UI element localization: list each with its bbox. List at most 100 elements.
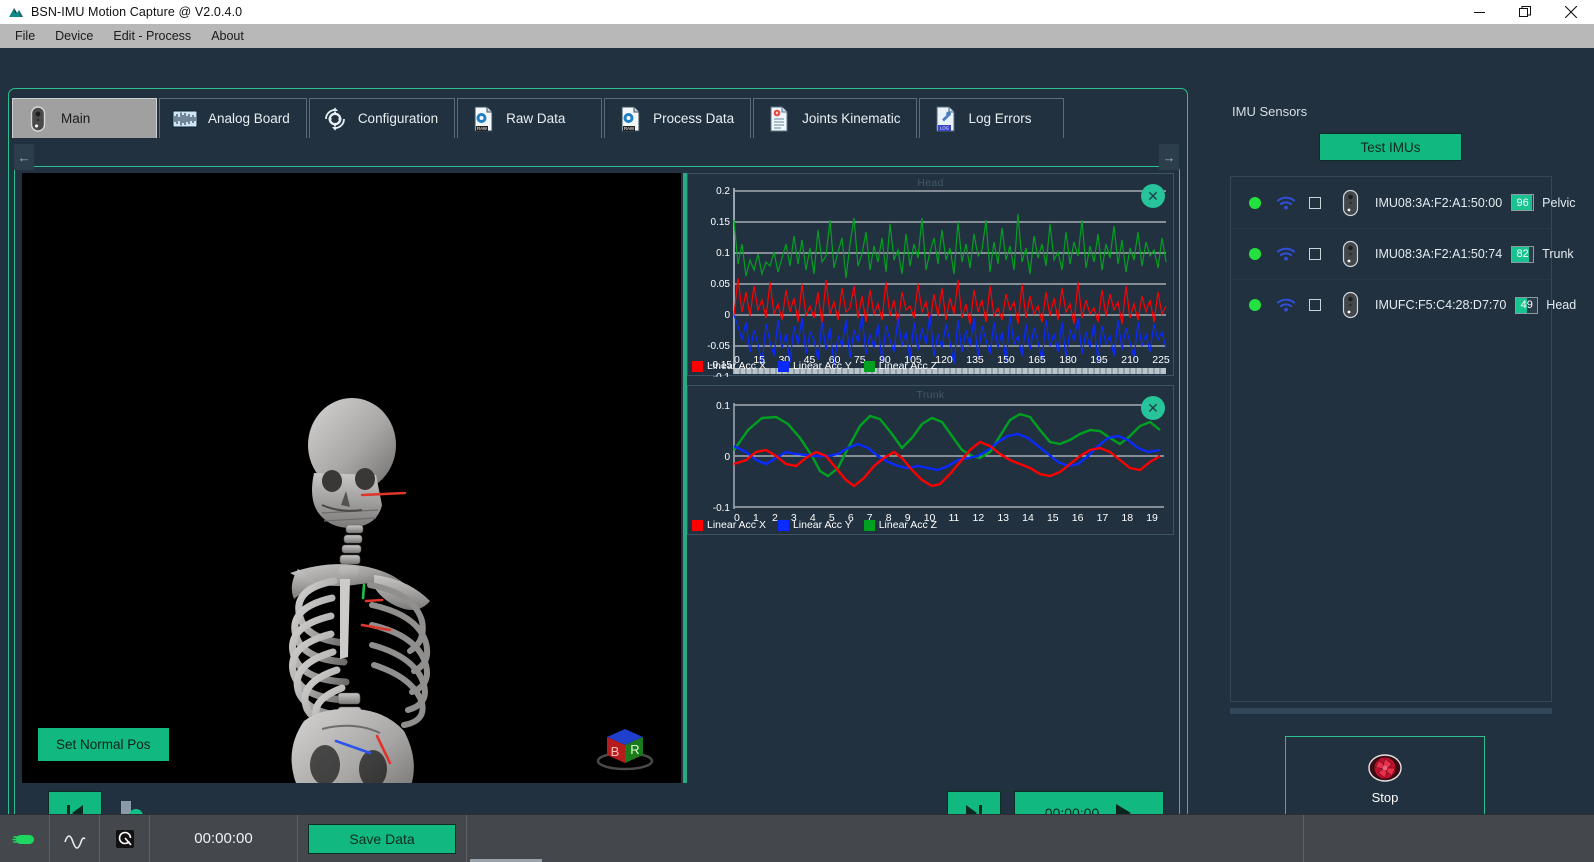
set-normal-pos-button[interactable]: Set Normal Pos	[38, 728, 169, 761]
xtick: 15	[1046, 512, 1059, 524]
legend-label-x: Linear Acc X	[707, 519, 766, 531]
legend-label-y: Linear Acc Y	[792, 360, 852, 372]
svg-text:RAW: RAW	[624, 126, 635, 131]
chart-trunk: Trunk ✕ 0.1 0 -0.1 0 1 2 3 4 5 6 7 8 9 1…	[687, 385, 1174, 535]
imu-device-icon	[1342, 189, 1359, 216]
chart-head: Head ✕ 0.2 0.15 0.1 0.05 0 -0.05 -0.15 0…	[687, 173, 1174, 383]
tab-raw-data[interactable]: RAW Raw Data	[457, 98, 603, 138]
restore-icon[interactable]	[1502, 0, 1548, 24]
mountain-logo-icon	[9, 8, 23, 17]
svg-text:0.1: 0.1	[716, 248, 730, 259]
menu-item-device[interactable]: Device	[46, 27, 102, 46]
xtick: 18	[1121, 512, 1134, 524]
legend-label-z: Linear Acc Z	[878, 360, 938, 372]
status-time: 00:00:00	[150, 815, 298, 862]
tab-label: Analog Board	[208, 111, 290, 126]
xtick: 135	[966, 354, 984, 366]
legend-label-y: Linear Acc Y	[792, 519, 852, 531]
imu-select-checkbox[interactable]	[1309, 196, 1321, 209]
imu-select-checkbox[interactable]	[1309, 248, 1321, 260]
status-spacer	[467, 815, 1304, 862]
legend-swatch-y	[777, 360, 789, 372]
svg-text:-0.1: -0.1	[713, 372, 731, 377]
save-data-button[interactable]: Save Data	[308, 823, 456, 854]
waveform-icon	[172, 110, 198, 127]
chart-title: Head	[917, 177, 944, 189]
close-icon[interactable]: ✕	[1141, 396, 1165, 420]
battery-level: 82	[1516, 248, 1529, 260]
status-indicator-icon	[1249, 248, 1261, 260]
battery-green-icon	[11, 834, 34, 844]
imu-sensor-list: IMU08:3A:F2:A1:50:00 96 Pelvic IMU08:3A:…	[1230, 176, 1576, 702]
battery-status-cell[interactable]	[0, 815, 50, 862]
imu-body-position: Pelvic	[1542, 195, 1576, 210]
legend-swatch-y	[777, 519, 789, 531]
imu-row[interactable]: IMUFC:F5:C4:28:D7:70 49 Head	[1231, 279, 1576, 330]
imu-mac-address: IMU08:3A:F2:A1:50:74	[1375, 247, 1503, 261]
application-window: BSN-IMU Motion Capture @ V2.0.4.0 File D…	[0, 0, 1594, 862]
close-icon[interactable]: ✕	[1141, 184, 1165, 208]
signal-wave-cell[interactable]	[50, 815, 100, 862]
imu-mac-address: IMU08:3A:F2:A1:50:00	[1375, 195, 1503, 210]
tab-main[interactable]: Main	[12, 98, 157, 138]
tab-analog-board[interactable]: Analog Board	[159, 98, 307, 138]
xtick: 12	[972, 512, 985, 524]
minimize-icon[interactable]	[1456, 0, 1502, 24]
chart-title: Trunk	[916, 389, 945, 401]
svg-text:0: 0	[724, 452, 730, 463]
imu-body-position: Trunk	[1542, 247, 1574, 261]
battery-indicator: 82	[1511, 245, 1535, 263]
svg-text:0.1: 0.1	[716, 401, 730, 412]
menu-item-about[interactable]: About	[202, 27, 253, 46]
sine-wave-icon	[63, 834, 86, 849]
tab-label: Raw Data	[506, 111, 566, 126]
xtick: 13	[997, 512, 1010, 524]
tab-joints-kinematic[interactable]: Joints Kinematic	[753, 98, 918, 138]
status-tail	[1304, 815, 1594, 862]
wifi-icon	[1276, 298, 1296, 312]
menu-item-edit-process[interactable]: Edit - Process	[104, 27, 200, 46]
xtick: 165	[1028, 354, 1046, 366]
xtick: 150	[997, 354, 1015, 366]
gear-refresh-icon	[324, 107, 345, 130]
chart-legend: Linear Acc X Linear Acc Y Linear Acc Z	[692, 519, 945, 531]
imu-device-icon	[1342, 291, 1359, 319]
tab-log-errors[interactable]: LOG Log Errors	[919, 98, 1065, 138]
arrow-right-icon[interactable]: →	[1159, 144, 1179, 170]
xtick: 180	[1059, 354, 1077, 366]
svg-text:-0.1: -0.1	[713, 503, 731, 514]
xtick: 17	[1096, 512, 1109, 524]
battery-level: 49	[1520, 299, 1533, 311]
close-icon[interactable]	[1548, 0, 1594, 24]
legend-swatch-z	[863, 360, 875, 372]
xtick: 19	[1146, 512, 1158, 524]
test-imus-button[interactable]: Test IMUs	[1319, 133, 1462, 161]
imu-row[interactable]: IMU08:3A:F2:A1:50:74 82 Trunk	[1231, 228, 1574, 279]
imu-select-checkbox[interactable]	[1309, 299, 1321, 311]
svg-text:0.15: 0.15	[711, 217, 731, 228]
tab-process-data[interactable]: RAW Process Data	[604, 98, 752, 138]
imu-row[interactable]: IMU08:3A:F2:A1:50:00 96 Pelvic	[1231, 177, 1576, 228]
raw-file-icon: RAW	[621, 106, 640, 131]
tab-configuration[interactable]: Configuration	[308, 98, 456, 138]
status-indicator-icon	[1249, 299, 1261, 311]
xtick: 225	[1152, 354, 1170, 366]
status-bar: 00:00:00 Save Data	[0, 814, 1594, 862]
log-file-icon: LOG	[936, 106, 955, 131]
imu-list-scrollbar[interactable]	[1230, 708, 1552, 714]
chart-legend: Linear Acc X Linear Acc Y Linear Acc Z	[692, 360, 945, 372]
tab-label: Main	[61, 111, 91, 126]
orientation-gizmo-icon[interactable]: B R	[591, 713, 659, 773]
tab-label: Configuration	[357, 111, 439, 126]
save-data-cell: Save Data	[298, 815, 467, 862]
status-indicator-icon	[1249, 196, 1261, 209]
imu-body-position: Head	[1546, 298, 1577, 312]
arrow-left-icon[interactable]: ←	[14, 144, 34, 170]
save-disk-icon	[115, 829, 134, 848]
skeleton-3d-viewport[interactable]: Set Normal Pos B R	[22, 173, 681, 783]
menu-item-file[interactable]: File	[6, 27, 44, 46]
imu-sensors-label: IMU Sensors	[1232, 104, 1308, 119]
disk-status-cell[interactable]	[100, 815, 150, 862]
xtick: 16	[1071, 512, 1084, 524]
svg-text:LOG: LOG	[941, 125, 950, 130]
